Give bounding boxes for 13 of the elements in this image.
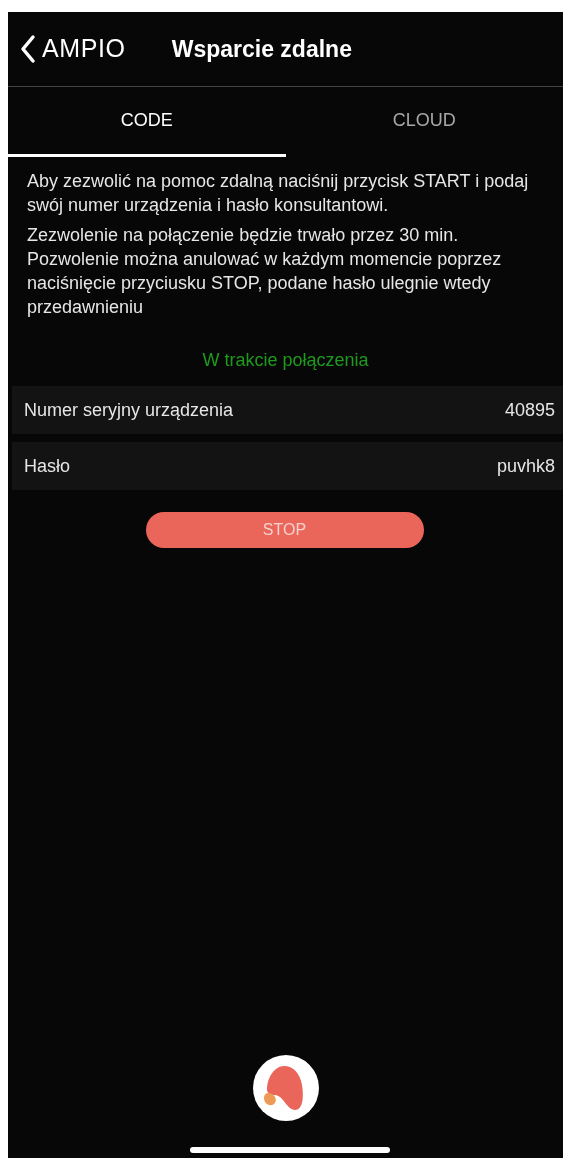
field-label: Numer seryjny urządzenia — [24, 398, 234, 422]
field-value: 40895 — [504, 398, 555, 422]
tab[interactable]: CODE — [8, 87, 286, 157]
back-button[interactable]: AMPIO — [20, 30, 126, 68]
field-value: puvhk8 — [496, 454, 555, 478]
back-chevron-icon — [20, 34, 36, 64]
instruction-text: Aby zezwolić na pomoc zdalną naciśnij przycisk START i podaj swój numer urządzenia i hasło konsultantowi. — [27, 170, 530, 217]
tab[interactable]: CLOUD — [285, 87, 563, 157]
app-logo-icon[interactable] — [252, 1055, 319, 1121]
connection-status: W trakcie połączenia — [202, 349, 369, 372]
field-label: Hasło — [24, 454, 71, 478]
instruction-text: Zezwolenie na połączenie będzie trwało przez 30 min. Pozwolenie można anulować w każdym momencie poprzez naciśnięcie przyciusku STOP, podane hasło ulegnie wtedy przedawnieniu — [27, 224, 503, 319]
page-title: Wsparcie zdalne — [171, 34, 352, 64]
